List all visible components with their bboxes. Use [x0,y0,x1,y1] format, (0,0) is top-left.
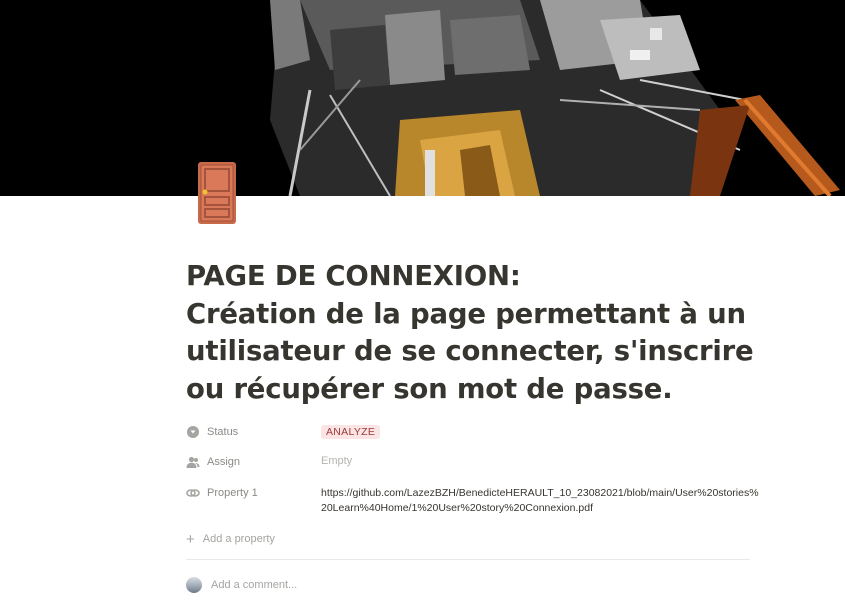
status-badge[interactable]: ANALYZE [321,425,381,439]
assign-empty-value: Empty [321,455,353,467]
add-property-button[interactable]: + Add a property [186,528,275,550]
cover-image [0,0,845,196]
property-row-assign: Assign Empty [186,450,756,474]
page-title[interactable]: PAGE DE CONNEXION: Création de la page p… [186,258,786,408]
property-name-property-1[interactable]: Property 1 [186,481,258,505]
person-icon [186,456,200,468]
property-row-status: Status ANALYZE [186,420,756,444]
door-icon[interactable] [197,161,237,225]
divider [186,559,750,560]
title-line-2: Création de la page permettant à un [186,297,746,330]
title-line-1: PAGE DE CONNEXION: [186,260,521,292]
add-property-label: Add a property [202,533,275,545]
status-icon [187,426,199,438]
link-icon [186,489,200,497]
property-label: Status [207,426,239,438]
property-value-assign[interactable]: Empty [321,450,352,467]
title-line-4: ou récupérer son mot de passe. [186,372,673,405]
property-value-status[interactable]: ANALYZE [321,420,381,439]
property-url-link[interactable]: https://github.com/LazezBZH/BenedicteHER… [321,486,761,516]
property-name-assign[interactable]: Assign [186,450,240,474]
lunar-module-illustration [0,0,845,196]
title-line-3: utilisateur de se connecter, s'inscrire [186,335,754,367]
avatar [186,577,202,593]
plus-icon: + [186,530,195,548]
property-name-status[interactable]: Status [186,420,238,444]
comment-bar [186,574,411,596]
property-label: Property 1 [207,487,258,499]
comment-input[interactable] [211,579,411,591]
property-value-property-1[interactable]: https://github.com/LazezBZH/BenedicteHER… [321,481,761,516]
property-label: Assign [207,456,241,468]
property-row-property-1: Property 1 https://github.com/LazezBZH/B… [186,481,759,517]
